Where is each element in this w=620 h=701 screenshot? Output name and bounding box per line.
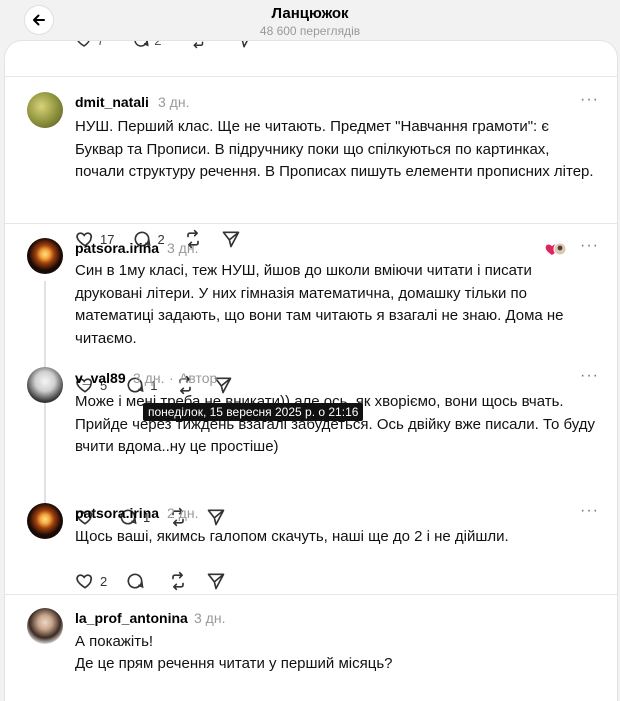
avatar[interactable] bbox=[27, 92, 63, 128]
more-options-button[interactable]: ··· bbox=[580, 237, 599, 255]
view-count: 48 600 переглядів bbox=[259, 24, 361, 38]
post-time[interactable]: 3 дн. bbox=[167, 240, 198, 256]
separator-dot: · bbox=[169, 370, 174, 386]
repost-icon bbox=[172, 571, 185, 591]
username[interactable]: dmit_natali bbox=[75, 94, 149, 110]
avatar[interactable] bbox=[27, 503, 63, 539]
avatar[interactable] bbox=[27, 367, 63, 403]
comment-icon bbox=[134, 41, 149, 47]
post-text: Щось ваші, якимсь галопом скачуть, наші … bbox=[75, 528, 509, 545]
post-text-line-1: А покажіть! bbox=[75, 633, 154, 650]
divider bbox=[5, 76, 617, 77]
liked-by-author-icon bbox=[545, 242, 567, 256]
heart-icon bbox=[77, 41, 90, 47]
reply-count: 2 bbox=[154, 41, 161, 48]
post-time[interactable]: 2 дн. bbox=[167, 505, 198, 521]
top-bar: Ланцюжок 48 600 переглядів bbox=[0, 0, 620, 44]
avatar[interactable] bbox=[27, 238, 63, 274]
page-title: Ланцюжок bbox=[271, 5, 349, 22]
thread-panel: 7 2 dmit_natali 3 дн. ··· НУШ. Перший кл… bbox=[4, 40, 618, 701]
more-options-button[interactable]: ··· bbox=[580, 367, 599, 385]
repost-button[interactable] bbox=[189, 41, 207, 49]
username[interactable]: patsora.irina bbox=[75, 505, 159, 521]
send-icon bbox=[207, 509, 225, 526]
comment-icon bbox=[127, 573, 144, 589]
avatar[interactable] bbox=[27, 608, 63, 644]
divider bbox=[5, 223, 617, 224]
username[interactable]: patsora.irina bbox=[75, 240, 159, 256]
share-button[interactable] bbox=[206, 506, 226, 528]
send-icon bbox=[207, 573, 225, 590]
reply-button[interactable] bbox=[125, 570, 150, 592]
post-time[interactable]: 3 дн. bbox=[158, 94, 189, 110]
more-options-button[interactable]: ··· bbox=[580, 502, 599, 520]
send-icon bbox=[222, 231, 240, 248]
post-actions: 2 bbox=[75, 570, 244, 592]
post-text: Може і мені треба не вникати)) але ось, … bbox=[75, 393, 595, 455]
timestamp-tooltip: понеділок, 15 вересня 2025 р. о 21:16 bbox=[143, 403, 364, 421]
more-options-button[interactable]: ··· bbox=[580, 91, 599, 109]
like-count: 2 bbox=[100, 573, 108, 589]
reply-button[interactable]: 2 bbox=[132, 41, 161, 49]
share-button[interactable] bbox=[235, 41, 253, 49]
divider bbox=[5, 594, 617, 595]
username[interactable]: la_prof_antonina bbox=[75, 610, 188, 626]
share-button[interactable] bbox=[221, 228, 241, 250]
share-button[interactable] bbox=[206, 570, 226, 592]
like-count: 7 bbox=[97, 41, 104, 48]
send-icon bbox=[242, 41, 249, 48]
repost-button[interactable] bbox=[168, 570, 188, 592]
post-text: НУШ. Перший клас. Ще не читають. Предмет… bbox=[75, 118, 594, 180]
post-text: Син в 1му класі, теж НУШ, йшов до школи … bbox=[75, 262, 564, 347]
post-time[interactable]: 3 дн. bbox=[133, 370, 164, 386]
post-text-line-2: Де це прям речення читати у перший місяц… bbox=[75, 655, 393, 672]
repost-icon bbox=[193, 41, 204, 49]
author-badge: Автор bbox=[179, 370, 218, 386]
heart-icon bbox=[76, 574, 93, 589]
username[interactable]: v_val89 bbox=[75, 370, 126, 386]
like-button[interactable]: 7 bbox=[75, 41, 104, 49]
like-button[interactable]: 2 bbox=[75, 570, 107, 592]
previous-post-actions: 7 2 bbox=[75, 41, 281, 57]
post-time[interactable]: 3 дн. bbox=[194, 610, 225, 626]
